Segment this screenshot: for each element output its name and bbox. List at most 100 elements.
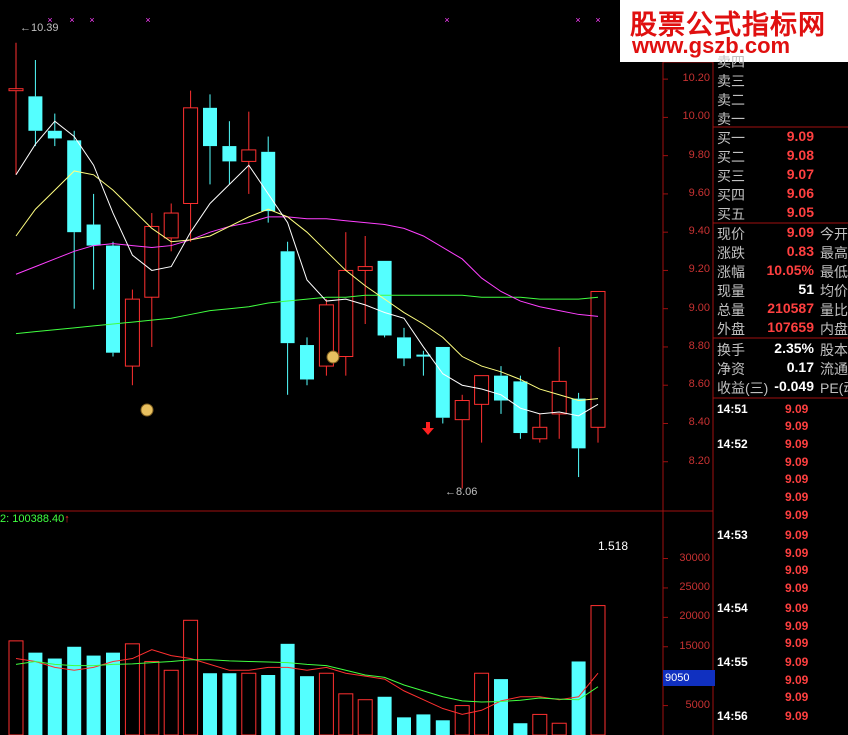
tick-row: 14:52 9.09: [713, 437, 848, 454]
quote-extra-label: 量比: [820, 302, 848, 318]
quote-value: 0.17: [786, 359, 814, 375]
candle-body-down: [106, 245, 120, 353]
quote-extra-label: 流通: [820, 361, 848, 377]
quote-extra-label: PE(动: [820, 380, 848, 396]
volume-bar-up: [144, 660, 160, 735]
candle-body-down: [377, 260, 392, 336]
signal-x-icon: ×: [595, 15, 600, 25]
volume-bar-up: [357, 699, 373, 735]
volume-bar-up: [241, 672, 257, 735]
tick-row: 9.09: [713, 546, 848, 563]
quote-label: 总量: [717, 302, 745, 318]
quote-label: 外盘: [717, 321, 745, 337]
quote-row: 卖四: [713, 52, 848, 71]
quote-row: 卖一: [713, 109, 848, 128]
volume-bar-down: [397, 717, 411, 735]
quote-value: 107659: [767, 319, 814, 335]
candle-body-down: [261, 151, 276, 212]
quote-row: 涨幅 10.05% 最低: [713, 262, 848, 281]
tick-time: 14:55: [717, 655, 748, 669]
quote-label: 买四: [717, 187, 745, 203]
signal-x-icon: ×: [145, 15, 150, 25]
quote-label: 涨跌: [717, 245, 745, 261]
candle-body-down: [67, 140, 82, 233]
volume-bar-down: [203, 673, 217, 735]
quote-panel: 卖四 卖三 卖二 卖一 买一 9.09 买二 9.08 买三 9.07 买四 9.06 买五 9.05 现价…: [713, 0, 848, 735]
quote-value: -0.049: [774, 378, 814, 394]
volume-bar-up: [318, 672, 334, 735]
candle-body-up: [144, 225, 160, 298]
volume-header: 2: 100388.40↑: [0, 513, 70, 525]
price-tick-label: 8.80: [688, 339, 710, 352]
quote-row: 外盘 107659 内盘: [713, 319, 848, 338]
candle-body-down: [280, 251, 295, 344]
signal-x-icon: ×: [444, 15, 449, 25]
candle-body-down: [494, 375, 508, 401]
quote-row: 买三 9.07: [713, 166, 848, 185]
volume-bar-up: [338, 693, 354, 735]
volume-bar-up: [163, 669, 179, 735]
quote-value: 51: [798, 281, 814, 297]
volume-current-tag: 9050: [663, 670, 715, 686]
candle-body-up: [338, 269, 354, 358]
tick-price: 9.09: [785, 455, 809, 469]
volume-bar-down: [280, 643, 295, 735]
quote-label: 卖三: [717, 73, 745, 89]
tick-price: 9.09: [785, 490, 809, 504]
volume-bar-up: [124, 643, 140, 735]
tick-row: 9.09: [713, 472, 848, 489]
quote-row: 净资 0.17 流通: [713, 359, 848, 378]
quote-row: 买五 9.05: [713, 204, 848, 223]
quote-label: 净资: [717, 361, 745, 377]
candle-body-up: [8, 88, 24, 92]
quote-label: 买一: [717, 130, 745, 146]
price-tick-label: 8.40: [688, 416, 710, 429]
tick-row: 9.09: [713, 563, 848, 580]
price-tick-label: 9.00: [688, 301, 710, 314]
tick-row: 9.09: [713, 690, 848, 707]
ma60-line: [15, 294, 599, 335]
quote-label: 买五: [717, 206, 745, 222]
volume-tick-label: 20000: [679, 610, 710, 623]
candle-body-up: [357, 266, 373, 271]
tick-price: 9.09: [785, 472, 809, 486]
volume-bar-down: [67, 646, 82, 735]
tick-row: 9.09: [713, 419, 848, 436]
volume-bar-down: [435, 720, 450, 735]
volume-bar-up: [8, 640, 24, 735]
signal-x-icon: ×: [575, 15, 580, 25]
quote-label: 卖一: [717, 111, 745, 127]
tick-row: 9.09: [713, 508, 848, 525]
volume-ratio-label: 1.518: [598, 539, 629, 553]
volume-bar-up: [551, 722, 567, 735]
volume-bar-down: [47, 658, 62, 735]
candle-body-down: [86, 224, 101, 246]
quote-row: 买一 9.09: [713, 128, 848, 147]
candle-body-up: [454, 400, 470, 421]
volume-tick-label: 15000: [679, 639, 710, 652]
quote-label: 收益(三): [717, 380, 769, 396]
tick-row: 9.09: [713, 455, 848, 472]
high-price-label: ←10.39: [20, 22, 59, 34]
quote-label: 买二: [717, 149, 745, 165]
tick-row: 9.09: [713, 490, 848, 507]
candle-body-down: [47, 130, 62, 139]
tick-price: 9.09: [785, 690, 809, 704]
quote-row: 现量 51 均价: [713, 281, 848, 300]
candle-body-down: [300, 345, 314, 380]
quote-label: 现量: [717, 283, 745, 299]
quote-value: 9.09: [786, 224, 814, 240]
tick-price: 9.09: [785, 581, 809, 595]
volume-bar-down: [300, 676, 314, 735]
volume-bar-down: [513, 723, 528, 735]
price-tick-label: 8.60: [688, 378, 710, 391]
candle-body-up: [163, 212, 179, 239]
price-tick-label: 9.60: [688, 186, 710, 199]
candle-body-up: [551, 380, 567, 415]
quote-row: 买四 9.06: [713, 185, 848, 204]
price-tick-label: 10.20: [682, 72, 710, 85]
quote-value: 9.08: [786, 147, 814, 163]
tick-time: 14:52: [717, 437, 748, 451]
volume-bar-down: [494, 679, 508, 735]
quote-row: 买二 9.08: [713, 147, 848, 166]
